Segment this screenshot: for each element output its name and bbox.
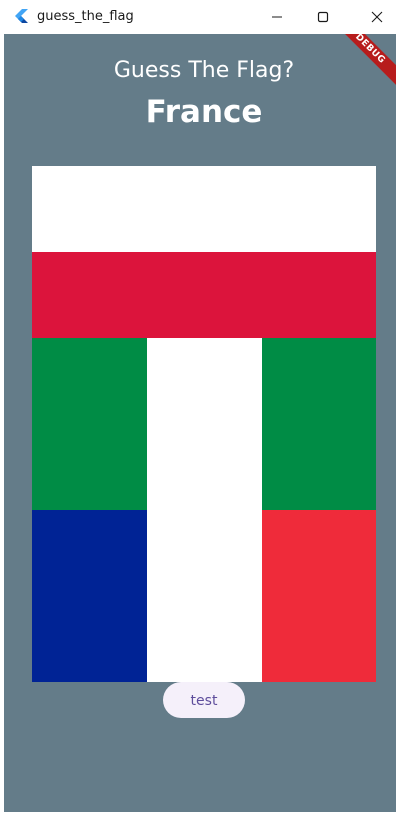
country-name: France — [145, 94, 263, 130]
poland-flag-stripe — [32, 166, 376, 252]
minimize-button[interactable] — [254, 0, 300, 34]
poland-flag-stripe — [32, 252, 376, 338]
maximize-button[interactable] — [300, 0, 346, 34]
maximize-icon — [317, 11, 329, 23]
question-title: Guess The Flag? — [113, 58, 295, 83]
italy-flag-stripe — [147, 338, 262, 510]
app-window: guess_the_flag DEBUG Guess The Flag? Fra… — [0, 0, 400, 814]
flag-option-italy[interactable] — [32, 338, 376, 510]
flag-option-france[interactable] — [32, 510, 376, 682]
flag-options — [32, 166, 376, 682]
france-flag-stripe — [32, 510, 147, 682]
close-button[interactable] — [354, 0, 400, 34]
window-title: guess_the_flag — [37, 9, 134, 24]
flag-option-poland[interactable] — [32, 166, 376, 338]
italy-flag-stripe — [32, 338, 147, 510]
flutter-icon — [12, 8, 30, 26]
test-button[interactable]: test — [163, 682, 245, 718]
minimize-icon — [272, 16, 282, 18]
france-flag-stripe — [147, 510, 262, 682]
app-body: DEBUG Guess The Flag? France test — [4, 34, 396, 812]
title-bar[interactable]: guess_the_flag — [0, 0, 400, 34]
italy-flag-stripe — [262, 338, 376, 510]
france-flag-stripe — [262, 510, 376, 682]
close-icon — [371, 11, 383, 23]
